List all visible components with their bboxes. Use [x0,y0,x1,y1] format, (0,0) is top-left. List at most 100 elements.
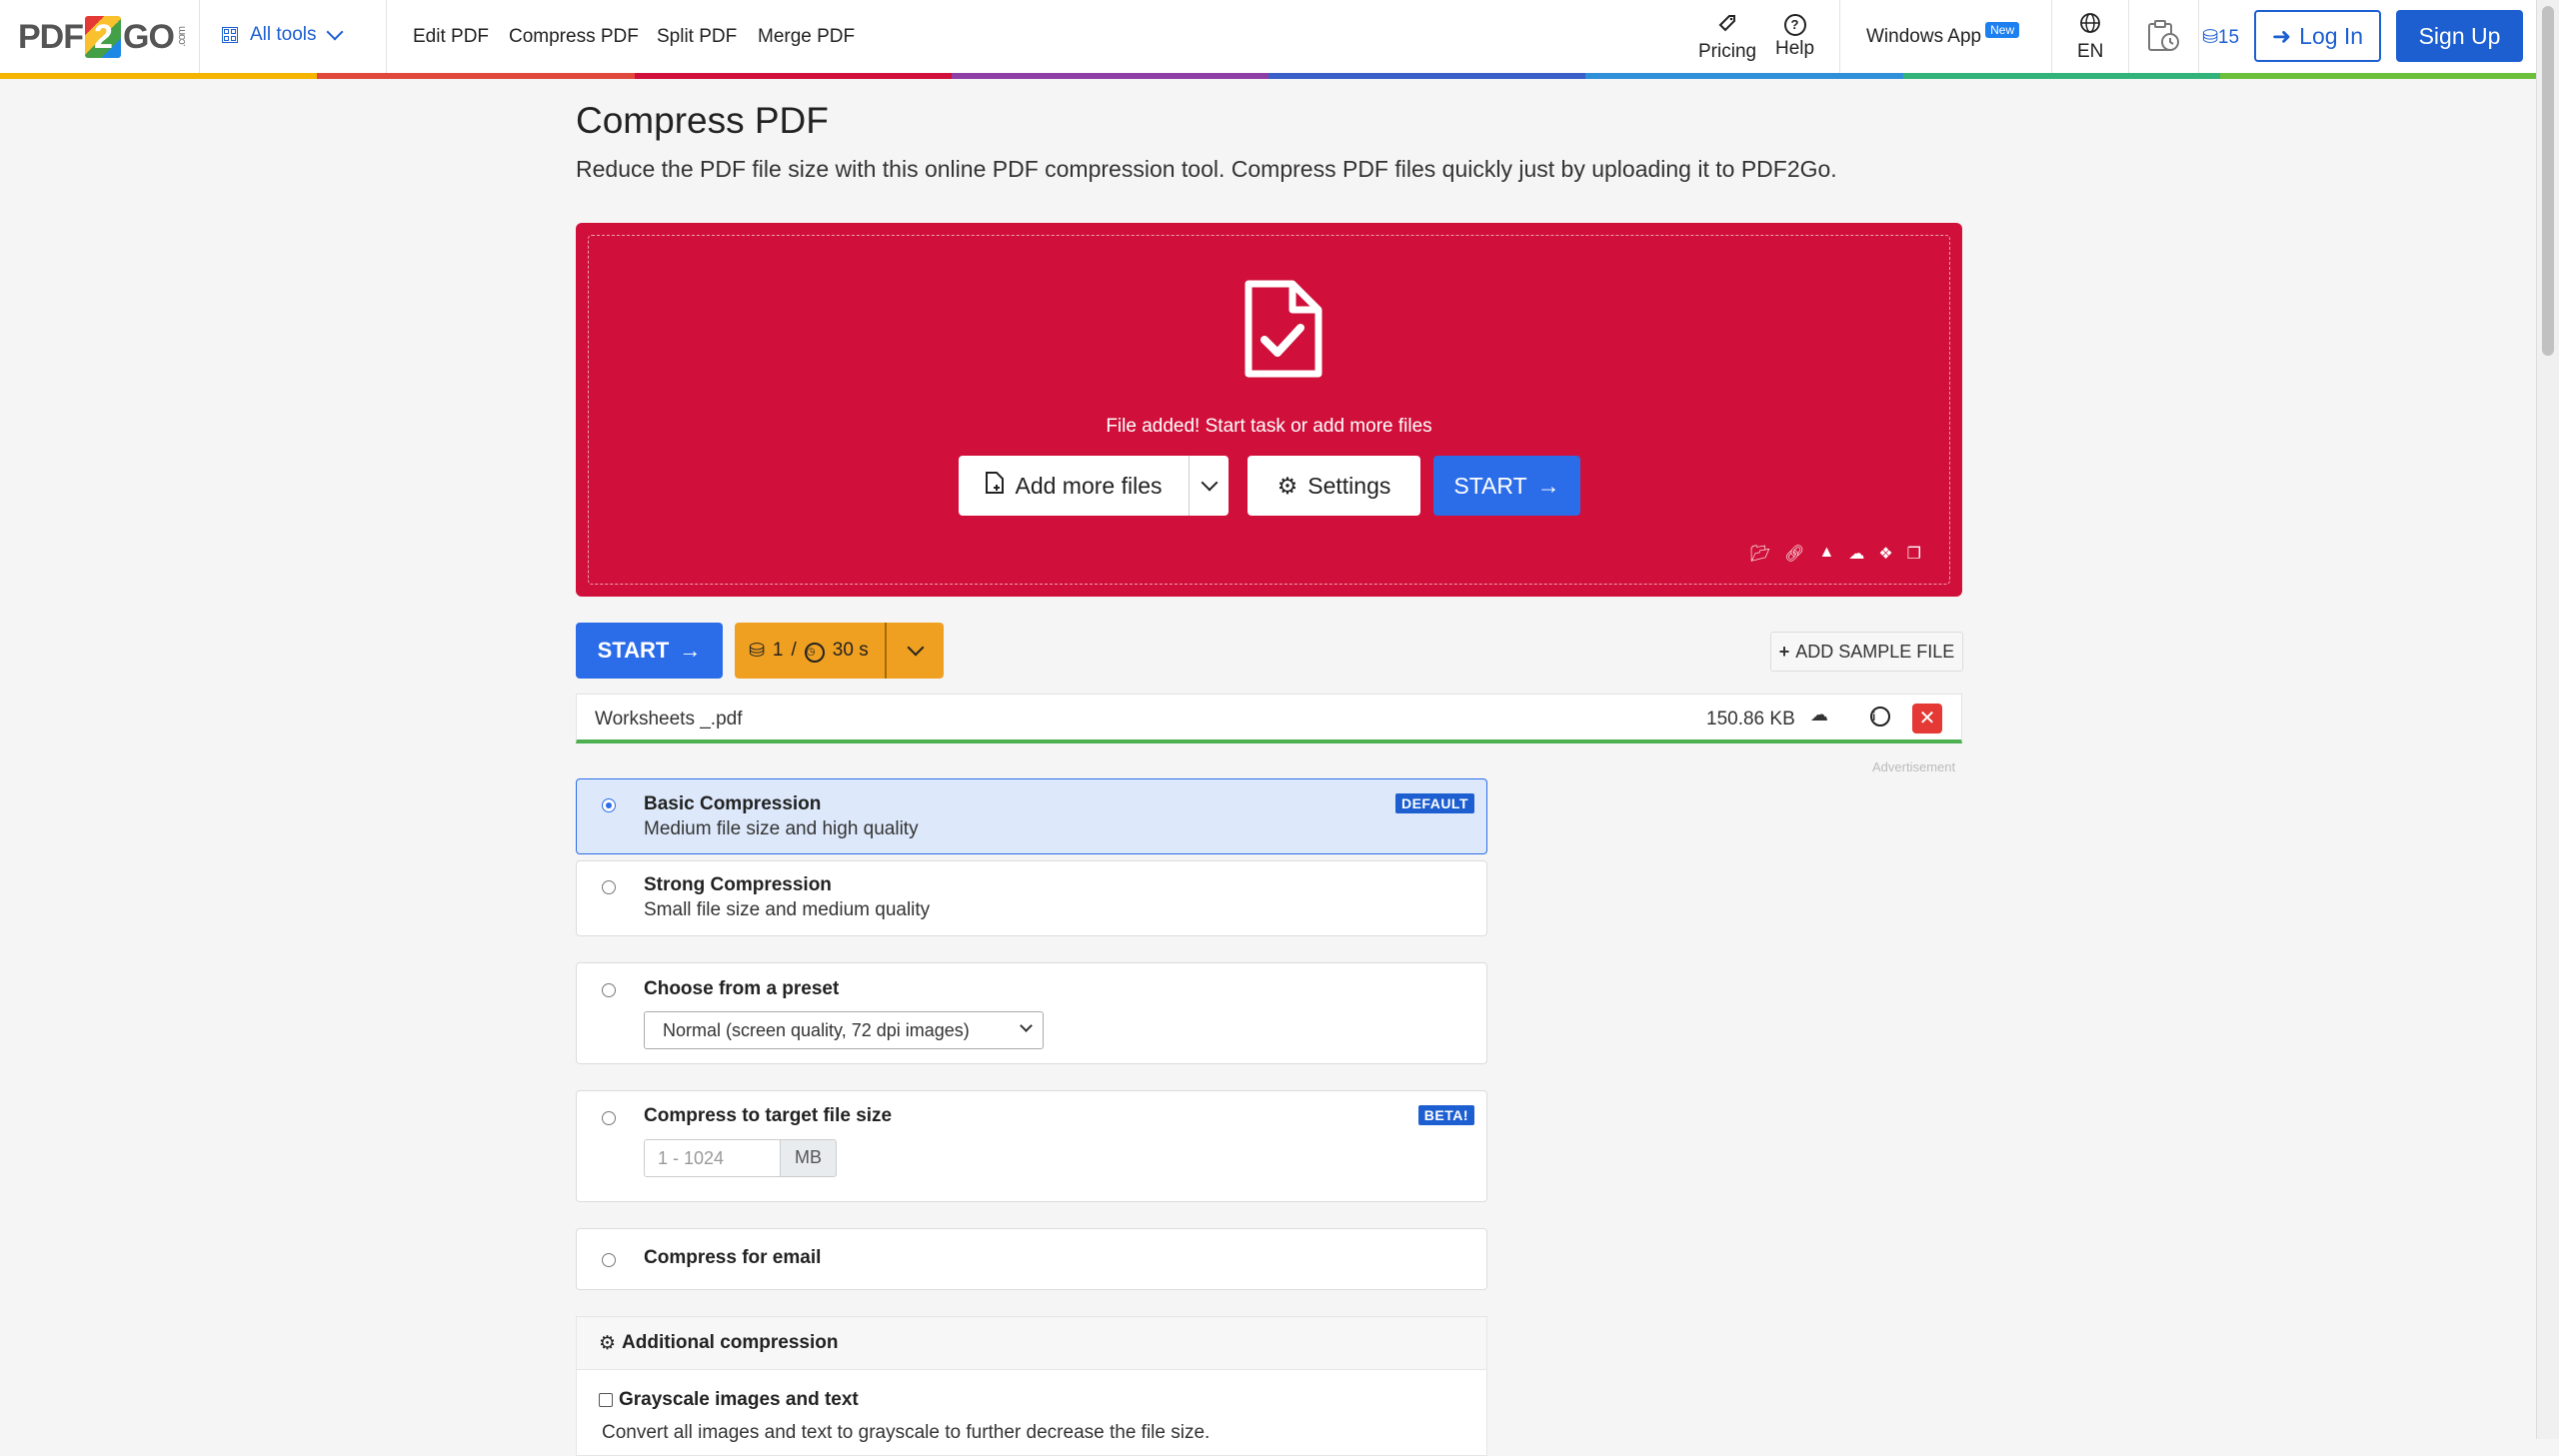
page-title: Compress PDF [576,100,829,141]
credit-dropdown-toggle[interactable] [887,639,944,657]
option-title: Compress to target file size [644,1105,893,1126]
credit-cost-box[interactable]: ⛁ 1 / ◷ 30 s [735,623,944,679]
pdf2go-logo[interactable]: PDF 2 GO .com [18,12,188,62]
scrollbar-thumb[interactable] [2542,6,2554,356]
divider [386,0,387,73]
divider [2051,0,2052,73]
upload-dropzone[interactable]: File added! Start task or add more files… [576,223,1962,597]
radio-target-file-size[interactable] [602,1111,616,1125]
windows-app-label: Windows App [1866,26,1982,47]
size-unit-label: MB [780,1139,837,1177]
gears-icon: ⚙ [1277,472,1298,499]
language-label: EN [2077,41,2104,62]
file-plus-icon [985,471,1005,501]
radio-strong-compression[interactable] [602,880,616,894]
coin-icon: ⛁ [749,640,765,662]
chevron-down-icon [326,23,344,41]
pricing-label: Pricing [1698,41,1757,62]
clock-icon: ◷ [804,639,825,663]
grayscale-label: Grayscale images and text [619,1389,859,1410]
settings-button[interactable]: ⚙ Settings [1248,456,1420,516]
rainbow-segment [1585,73,1903,79]
grayscale-option[interactable]: Grayscale images and text [599,1389,859,1411]
pricing-link[interactable]: Pricing [1698,12,1756,63]
radio-choose-preset[interactable] [602,983,616,997]
remove-file-button[interactable]: ✕ [1912,704,1942,733]
logo-text-go: GO [123,17,175,56]
dropzone-message: File added! Start task or add more files [1106,416,1432,437]
history-icon[interactable] [2145,18,2181,59]
option-target-file-size[interactable]: Compress to target file size BETA! 1 - 1… [576,1090,1487,1202]
credits-counter[interactable]: ⛁15 [2202,26,2239,49]
arrow-right-icon: → [1536,472,1560,499]
coin-icon: ⛁ [2202,27,2218,48]
target-size-input[interactable]: 1 - 1024 [644,1139,781,1177]
option-choose-preset[interactable]: Choose from a preset Normal (screen qual… [576,962,1487,1064]
preset-selected-value: Normal (screen quality, 72 dpi images) [663,1020,970,1040]
start-button[interactable]: START → [576,623,723,679]
top-navigation: PDF 2 GO .com All tools Edit PDF Compress P… [0,0,2537,75]
option-description: Medium file size and high quality [644,818,919,839]
cloud-upload-icon[interactable]: ☁ [1810,705,1828,726]
additional-compression-header: ⚙ Additional compression [577,1317,1486,1370]
add-more-files-label: Add more files [1015,472,1163,499]
google-drive-icon[interactable]: ▲ [1818,544,1834,564]
folder-icon[interactable]: 📂︎ [1750,544,1770,564]
option-title: Basic Compression [644,793,822,814]
option-strong-compression[interactable]: Strong Compression Small file size and m… [576,860,1487,936]
login-button[interactable]: ➜ Log In [2254,10,2381,62]
chevron-down-icon [1201,474,1218,492]
beta-badge: BETA! [1417,1105,1474,1125]
nav-link-compress-pdf[interactable]: Compress PDF [509,26,639,48]
link-icon[interactable]: 🔗︎ [1784,544,1804,564]
option-compress-for-email[interactable]: Compress for email [576,1228,1487,1290]
option-title: Strong Compression [644,874,832,895]
gears-icon: ⚙ [599,1332,617,1354]
grid-icon [222,27,238,43]
logo-text-2: 2 [85,16,121,58]
option-basic-compression[interactable]: Basic Compression Medium file size and h… [576,778,1487,854]
additional-compression-title: Additional compression [622,1332,839,1353]
help-link[interactable]: ? Help [1775,12,1814,60]
radio-basic-compression[interactable] [602,798,616,812]
nav-link-merge-pdf[interactable]: Merge PDF [758,26,855,48]
grayscale-checkbox[interactable] [599,1393,613,1407]
nav-link-edit-pdf[interactable]: Edit PDF [413,26,489,48]
windows-app-link[interactable]: Windows App New [1866,22,2020,48]
credits-value: 15 [2217,27,2240,48]
language-selector[interactable]: EN [2077,12,2103,63]
clipboard-icon[interactable]: ❐ [1907,544,1921,564]
page-subtitle: Reduce the PDF file size with this onlin… [576,156,1837,182]
divider [199,0,200,73]
add-sample-file-button[interactable]: + ADD SAMPLE FILE [1770,632,1963,672]
file-size: 150.86 KB [1706,709,1795,729]
page-scrollbar[interactable] [2536,0,2559,1439]
all-tools-dropdown[interactable]: All tools [222,23,344,46]
default-badge: DEFAULT [1394,793,1474,813]
rainbow-segment [1902,73,2220,79]
tag-icon [1698,12,1756,39]
dropzone-start-button[interactable]: START → [1433,456,1580,516]
settings-label: Settings [1307,472,1391,499]
credit-separator: / [791,640,797,661]
nav-link-split-pdf[interactable]: Split PDF [657,26,737,48]
chevron-down-icon [907,639,924,657]
logo-text-com: .com [175,27,188,47]
add-more-files-button[interactable]: Add more files [959,456,1189,516]
rainbow-segment [0,73,318,79]
add-files-dropdown-toggle[interactable] [1189,456,1229,516]
signup-button[interactable]: Sign Up [2396,10,2523,62]
rainbow-segment [317,73,635,79]
dropbox-icon[interactable]: ❖ [1878,544,1892,564]
radio-compress-for-email[interactable] [602,1253,616,1267]
arrow-right-icon: → [679,638,702,663]
onedrive-icon[interactable]: ☁ [1848,544,1864,564]
rainbow-segment [634,73,952,79]
logo-text-pdf: PDF [18,17,84,56]
all-tools-label: All tools [250,24,317,45]
file-check-icon [1241,280,1322,385]
rainbow-segment [2219,73,2537,79]
start-label: START [1453,472,1527,499]
info-icon[interactable]: i [1870,705,1890,727]
preset-select[interactable]: Normal (screen quality, 72 dpi images) [644,1011,1044,1049]
